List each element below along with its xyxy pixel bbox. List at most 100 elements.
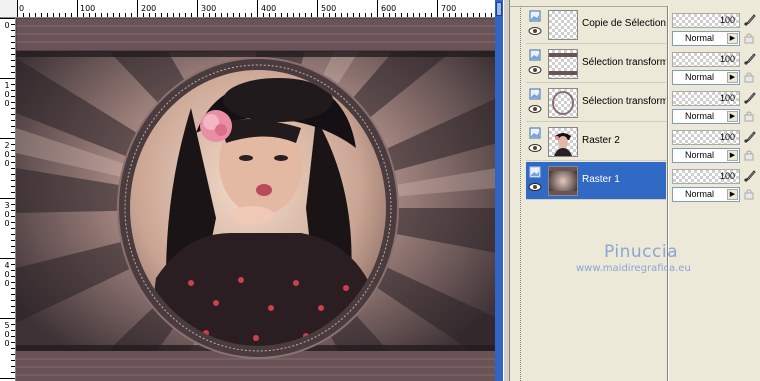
blend-mode-select[interactable]: Normal ▶ — [672, 31, 740, 46]
ruler-tick — [245, 13, 246, 17]
watermark-signature: Pinuccia — [604, 242, 678, 262]
ruler-label-500: 500 — [321, 4, 337, 13]
opacity-slider[interactable]: 100 — [672, 91, 740, 106]
lock-transparency-icon[interactable] — [743, 110, 755, 122]
layer-row[interactable]: Copie de Sélection — [526, 6, 666, 44]
layer-type-icon — [529, 166, 541, 178]
edit-brush-icon[interactable] — [743, 13, 757, 27]
edit-brush-icon[interactable] — [743, 52, 757, 66]
opacity-slider[interactable]: 100 — [672, 13, 740, 28]
ruler-tick — [77, 0, 78, 17]
opacity-slider[interactable]: 100 — [672, 169, 740, 184]
ruler-tick — [323, 13, 324, 17]
layers-palette: Copie de Sélection Sélection transform S… — [510, 0, 760, 381]
blend-mode-select[interactable]: Normal ▶ — [672, 109, 740, 124]
scroll-thumb[interactable] — [496, 2, 502, 16]
opacity-value: 100 — [719, 93, 735, 103]
ruler-tick — [11, 60, 15, 61]
opacity-slider[interactable]: 100 — [672, 52, 740, 67]
ruler-tick — [113, 13, 114, 17]
ruler-tick — [467, 13, 468, 17]
vruler-label: 0 — [4, 90, 10, 99]
ruler-tick — [191, 13, 192, 17]
ruler-tick — [11, 114, 15, 115]
ruler-tick — [0, 138, 15, 139]
layer-properties: 100 Normal ▶ — [669, 50, 760, 88]
dropdown-arrow-icon[interactable]: ▶ — [727, 189, 738, 200]
ruler-tick — [275, 13, 276, 17]
ruler-tick — [11, 108, 15, 109]
lock-transparency-icon[interactable] — [743, 32, 755, 44]
dropdown-arrow-icon[interactable]: ▶ — [727, 33, 738, 44]
layer-name: Copie de Sélection — [582, 18, 666, 29]
blend-mode-select[interactable]: Normal ▶ — [672, 148, 740, 163]
ruler-tick — [0, 198, 15, 199]
ruler-tick — [11, 120, 15, 121]
layer-row-selected[interactable]: Raster 1 — [526, 162, 666, 200]
layer-type-icon — [529, 127, 541, 139]
ruler-tick — [479, 13, 480, 17]
ruler-tick — [443, 13, 444, 17]
blend-mode-value: Normal — [685, 111, 715, 121]
frame-thumbnail-art — [549, 53, 577, 75]
ruler-tick — [101, 13, 102, 17]
vertical-ruler: 0 1 0 0 2 0 0 3 0 0 4 0 0 5 0 0 — [0, 18, 16, 381]
ruler-tick — [455, 13, 456, 17]
ruler-label-200: 200 — [141, 4, 157, 13]
dropdown-arrow-icon[interactable]: ▶ — [727, 111, 738, 122]
canvas-vertical-scrollbar[interactable] — [495, 0, 503, 381]
edit-brush-icon[interactable] — [743, 91, 757, 105]
ruler-tick — [299, 13, 300, 17]
ruler-tick — [377, 0, 378, 17]
ruler-tick — [311, 13, 312, 17]
lock-transparency-icon[interactable] — [743, 149, 755, 161]
visibility-eye-icon[interactable] — [528, 104, 542, 114]
edit-brush-icon[interactable] — [743, 169, 757, 183]
ruler-tick — [11, 180, 15, 181]
ruler-tick — [11, 234, 15, 235]
lock-transparency-icon[interactable] — [743, 71, 755, 83]
opacity-slider[interactable]: 100 — [672, 130, 740, 145]
canvas-window[interactable]: 0 100 200 300 400 500 600 700 0 1 0 0 2 … — [0, 0, 503, 381]
ruler-tick — [53, 13, 54, 17]
layer-row[interactable]: Raster 2 — [526, 123, 666, 161]
blend-mode-value: Normal — [685, 189, 715, 199]
ruler-label-700: 700 — [441, 4, 457, 13]
ruler-label-600: 600 — [381, 4, 397, 13]
ruler-tick — [11, 240, 15, 241]
ruler-tick — [233, 13, 234, 17]
visibility-eye-icon[interactable] — [528, 143, 542, 153]
ruler-tick — [107, 13, 108, 17]
layer-properties: 100 Normal ▶ — [669, 11, 760, 49]
blend-mode-select[interactable]: Normal ▶ — [672, 187, 740, 202]
layer-row[interactable]: Sélection transform — [526, 84, 666, 122]
ruler-tick — [419, 13, 420, 17]
ruler-tick — [305, 13, 306, 17]
visibility-eye-icon[interactable] — [528, 182, 542, 192]
dropdown-arrow-icon[interactable]: ▶ — [727, 150, 738, 161]
ruler-tick — [167, 13, 168, 17]
ruler-tick — [125, 13, 126, 17]
ruler-tick — [59, 13, 60, 17]
visibility-eye-icon[interactable] — [528, 65, 542, 75]
edit-brush-icon[interactable] — [743, 130, 757, 144]
ruler-tick — [287, 13, 288, 17]
ruler-tick — [473, 13, 474, 17]
layer-properties: 100 Normal ▶ — [669, 167, 760, 205]
lock-transparency-icon[interactable] — [743, 188, 755, 200]
canvas-artwork[interactable] — [16, 18, 497, 381]
ruler-tick — [401, 13, 402, 17]
ruler-tick — [179, 13, 180, 17]
ruler-tick — [227, 13, 228, 17]
layer-name: Raster 2 — [582, 135, 620, 146]
panel-splitter[interactable] — [503, 0, 510, 381]
blend-mode-select[interactable]: Normal ▶ — [672, 70, 740, 85]
layer-row[interactable]: Sélection transform — [526, 45, 666, 83]
ruler-tick — [263, 13, 264, 17]
ruler-tick — [383, 13, 384, 17]
visibility-eye-icon[interactable] — [528, 26, 542, 36]
dropdown-arrow-icon[interactable]: ▶ — [727, 72, 738, 83]
background-thumbnail-art — [549, 167, 577, 195]
ruler-tick — [209, 13, 210, 17]
ruler-tick — [197, 0, 198, 17]
